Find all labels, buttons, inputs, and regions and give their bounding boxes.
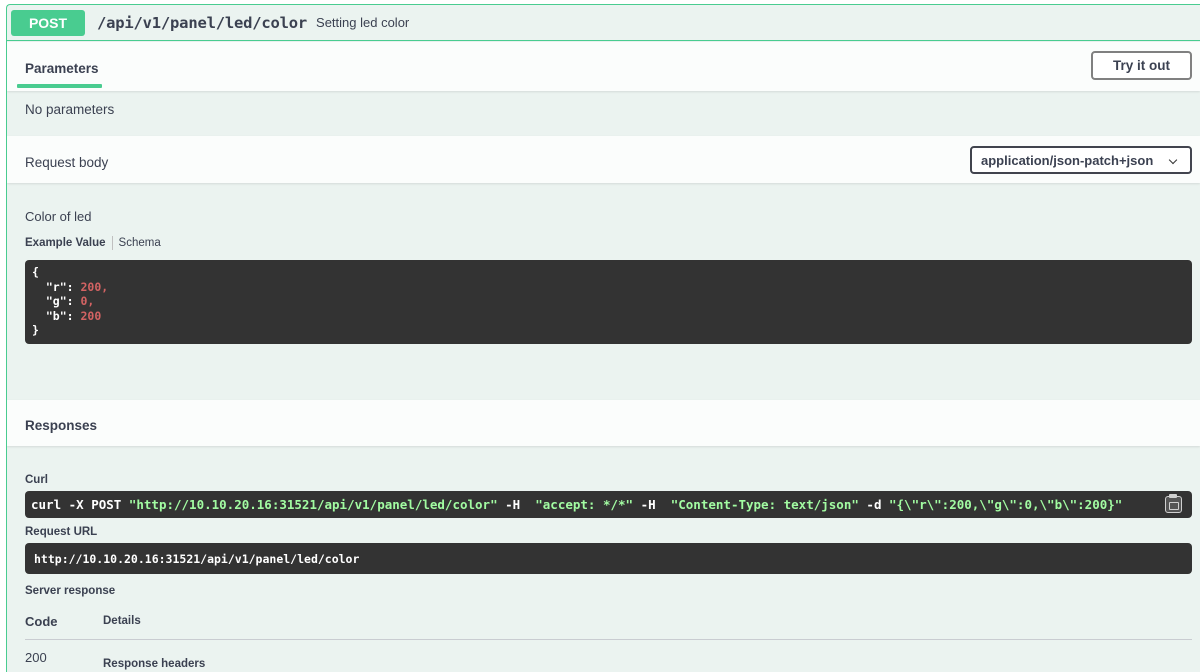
details-column-header: Details [103, 615, 141, 627]
response-table-header: Code Details [25, 612, 1192, 640]
request-url-value[interactable]: http://10.10.20.16:31521/api/v1/panel/le… [25, 543, 1192, 574]
curl-content-type-header: "Content-Type: text/json" [670, 497, 859, 512]
method-badge: POST [11, 9, 85, 36]
request-url-label: Request URL [25, 526, 98, 538]
code-column-header: Code [25, 614, 58, 629]
tab-underline [17, 84, 102, 88]
content-type-value: application/json-patch+json [981, 152, 1154, 168]
tab-divider [111, 236, 113, 250]
json-open-brace: { [32, 265, 39, 279]
responses-title: Responses [25, 418, 98, 433]
tab-example-value[interactable]: Example Value [25, 237, 106, 249]
example-value-code[interactable]: { "r": 200, "g": 0, "b": 200 } [25, 260, 1192, 344]
no-parameters-text: No parameters [25, 102, 115, 117]
json-field-b: "b": 200 [32, 309, 1185, 324]
response-code: 200 [25, 650, 47, 665]
content-type-select[interactable]: application/json-patch+json [970, 146, 1192, 174]
try-it-out-button[interactable]: Try it out [1091, 51, 1192, 80]
operation-path: /api/v1/panel/led/color [97, 13, 308, 32]
json-key: "r": [45, 279, 81, 294]
json-key: "g": [45, 294, 81, 308]
curl-h1-flag: -H [497, 497, 536, 512]
curl-label: Curl [25, 474, 48, 486]
example-schema-tabs: Example Value Schema [25, 236, 161, 250]
parameters-header: Parameters Try it out [7, 42, 1200, 91]
json-field-g: "g": 0, [32, 294, 1185, 309]
curl-d-flag: -d [858, 497, 889, 512]
curl-data: "{\"r\":200,\"g\":0,\"b\":200}" [889, 497, 1123, 512]
operation-summary-text: Setting led color [316, 15, 410, 30]
clipboard-copy-icon[interactable] [1165, 494, 1182, 513]
responses-header: Responses [7, 400, 1200, 446]
curl-prefix: curl -X POST [31, 497, 129, 512]
request-body-label: Request body [25, 155, 109, 170]
response-headers-label: Response headers [103, 658, 206, 670]
json-value: 200 [80, 308, 102, 323]
json-key: "b": [45, 308, 81, 323]
json-value: 0, [80, 294, 95, 308]
request-body-header: Request body application/json-patch+json [7, 136, 1200, 183]
curl-command[interactable]: curl -X POST "http://10.10.20.16:31521/a… [25, 491, 1192, 518]
operation-summary[interactable]: POST /api/v1/panel/led/color Setting led… [7, 5, 1200, 41]
curl-accept-header: "accept: */*" [535, 497, 634, 512]
curl-h2-flag: -H [633, 497, 671, 512]
operation-block: POST /api/v1/panel/led/color Setting led… [6, 4, 1200, 672]
tab-schema[interactable]: Schema [119, 237, 161, 249]
json-value: 200, [80, 279, 109, 294]
chevron-down-icon [1168, 155, 1178, 165]
request-body-description: Color of led [25, 209, 92, 224]
server-response-label: Server response [25, 585, 116, 597]
tab-parameters[interactable]: Parameters [25, 61, 99, 76]
json-field-r: "r": 200, [32, 280, 1185, 295]
curl-url: "http://10.10.20.16:31521/api/v1/panel/l… [128, 497, 498, 512]
json-close-brace: } [32, 323, 39, 337]
